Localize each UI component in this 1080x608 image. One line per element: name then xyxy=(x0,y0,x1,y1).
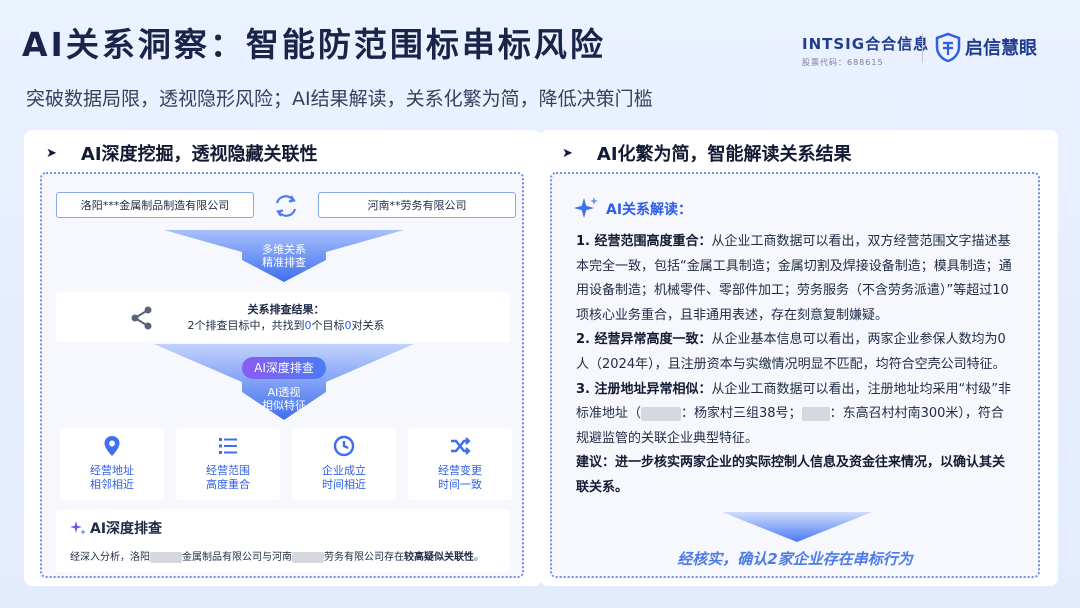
sparkle-icon xyxy=(574,197,598,218)
right-panel-heading: ➤ AI化繁为简，智能解读关系结果 xyxy=(562,140,852,166)
arrow-bullet-icon: ➤ xyxy=(46,145,57,161)
funnel2-line2: 相似特征 xyxy=(262,399,306,412)
company-a-box[interactable]: 洛阳***金属制品制造有限公司 xyxy=(56,192,254,218)
feature-change[interactable]: 经营变更 时间一致 xyxy=(408,428,512,500)
redacted-block xyxy=(292,551,324,563)
shield-icon xyxy=(935,32,961,62)
feature-label: 经营地址 相邻相近 xyxy=(90,464,134,491)
relation-result-box: 关系排查结果： 2个排查目标中，共找到0个目标0对关系 xyxy=(56,292,510,342)
share-icon xyxy=(131,306,152,330)
right-dashed-box: AI关系解读： 1. 经营范围高度重合：从企业工商数据可以看出，双方经营范围文字… xyxy=(550,172,1040,578)
clock-icon xyxy=(333,435,355,457)
result-title: 关系排查结果： xyxy=(247,303,325,316)
logo-divider xyxy=(922,33,923,63)
right-heading-text: AI化繁为简，智能解读关系结果 xyxy=(596,144,852,165)
intsig-logo: INTSIG合合信息 股票代码：688615 xyxy=(802,33,930,67)
feature-label: 企业成立 时间相近 xyxy=(322,464,366,491)
ai-deep-check-heading: AI深度排查 xyxy=(70,518,162,538)
list-icon xyxy=(219,438,237,454)
chevron-down-icon xyxy=(722,512,872,542)
feature-founded[interactable]: 企业成立 时间相近 xyxy=(292,428,396,500)
ai-deep-check-box: AI深度排查 经深入分析，洛阳 金属制品有限公司与河南 劳务有限公司存在较高疑似关联… xyxy=(56,510,510,572)
qixin-wordmark: 启信慧眼 xyxy=(965,38,1037,59)
arrow-bullet-icon: ➤ xyxy=(562,145,573,161)
left-heading-text: AI深度挖掘，透视隐藏关联性 xyxy=(80,144,318,165)
qixin-logo: 启信慧眼 xyxy=(935,32,1037,62)
sparkle-icon xyxy=(70,521,86,535)
page-subtitle: 突破数据局限，透视隐形风险；AI结果解读，关系化繁为简，降低决策门槛 xyxy=(26,88,653,110)
analysis-point-1: 1. 经营范围高度重合：从企业工商数据可以看出，双方经营范围文字描述基本完全一致… xyxy=(576,234,1012,323)
left-panel-heading: ➤ AI深度挖掘，透视隐藏关联性 xyxy=(46,140,318,166)
funnel1-line2: 精准排查 xyxy=(262,256,306,269)
result-description: 2个排查目标中，共找到0个目标0对关系 xyxy=(187,319,385,332)
company-b-box[interactable]: 河南**劳务有限公司 xyxy=(318,192,516,218)
ai-analysis-body: 1. 经营范围高度重合：从企业工商数据可以看出，双方经营范围文字描述基本完全一致… xyxy=(576,230,1016,501)
shuffle-icon xyxy=(451,437,471,455)
swap-icon xyxy=(275,195,297,217)
funnel1-line1: 多维关系 xyxy=(262,243,306,256)
redacted-block xyxy=(641,406,682,421)
intsig-wordmark: INTSIG合合信息 xyxy=(802,35,930,53)
ai-deep-check-text: 经深入分析，洛阳 金属制品有限公司与河南 劳务有限公司存在较高疑似关联性。 xyxy=(70,551,484,563)
analysis-point-3: 3. 注册地址异常相似：从企业工商数据可以看出，注册地址均采用“村级”非标准地址… xyxy=(576,381,1011,446)
right-panel: ➤ AI化繁为简，智能解读关系结果 AI关系解读： 1. 经营范围高度重合：从企… xyxy=(540,130,1058,586)
ai-deep-check-pill[interactable]: AI深度排查 xyxy=(242,357,326,379)
redacted-block xyxy=(801,406,830,421)
redacted-block xyxy=(150,551,182,563)
analysis-suggestion: 建议：进一步核实两家企业的实际控制人信息及资金往来情况，以确认其关联关系。 xyxy=(576,455,1006,495)
stock-code: 股票代码：688615 xyxy=(802,58,884,67)
left-dashed-box: 洛阳***金属制品制造有限公司 河南**劳务有限公司 多维关系 精准排查 关系排… xyxy=(40,172,524,578)
left-panel: ➤ AI深度挖掘，透视隐藏关联性 洛阳***金属制品制造有限公司 河南**劳务有… xyxy=(24,130,542,586)
ai-analysis-heading: AI关系解读： xyxy=(574,196,692,222)
feature-label: 经营范围 高度重合 xyxy=(206,464,250,491)
funnel-multi-relation: 多维关系 精准排查 xyxy=(164,230,404,282)
page-title: AI关系洞察：智能防范围标串标风险 xyxy=(22,25,606,64)
feature-label: 经营变更 时间一致 xyxy=(438,464,482,491)
funnel-ai-view: AI透视 相似特征 xyxy=(154,344,414,420)
feature-address[interactable]: 经营地址 相邻相近 xyxy=(60,428,164,500)
analysis-point-2: 2. 经营异常高度一致：从企业基本信息可以看出，两家企业参保人数均为0人（202… xyxy=(576,332,1006,372)
location-icon xyxy=(104,436,120,456)
feature-scope[interactable]: 经营范围 高度重合 xyxy=(176,428,280,500)
funnel2-line1: AI透视 xyxy=(267,386,301,399)
conclusion-text: 经核实，确认2家企业存在串标行为 xyxy=(677,550,913,568)
